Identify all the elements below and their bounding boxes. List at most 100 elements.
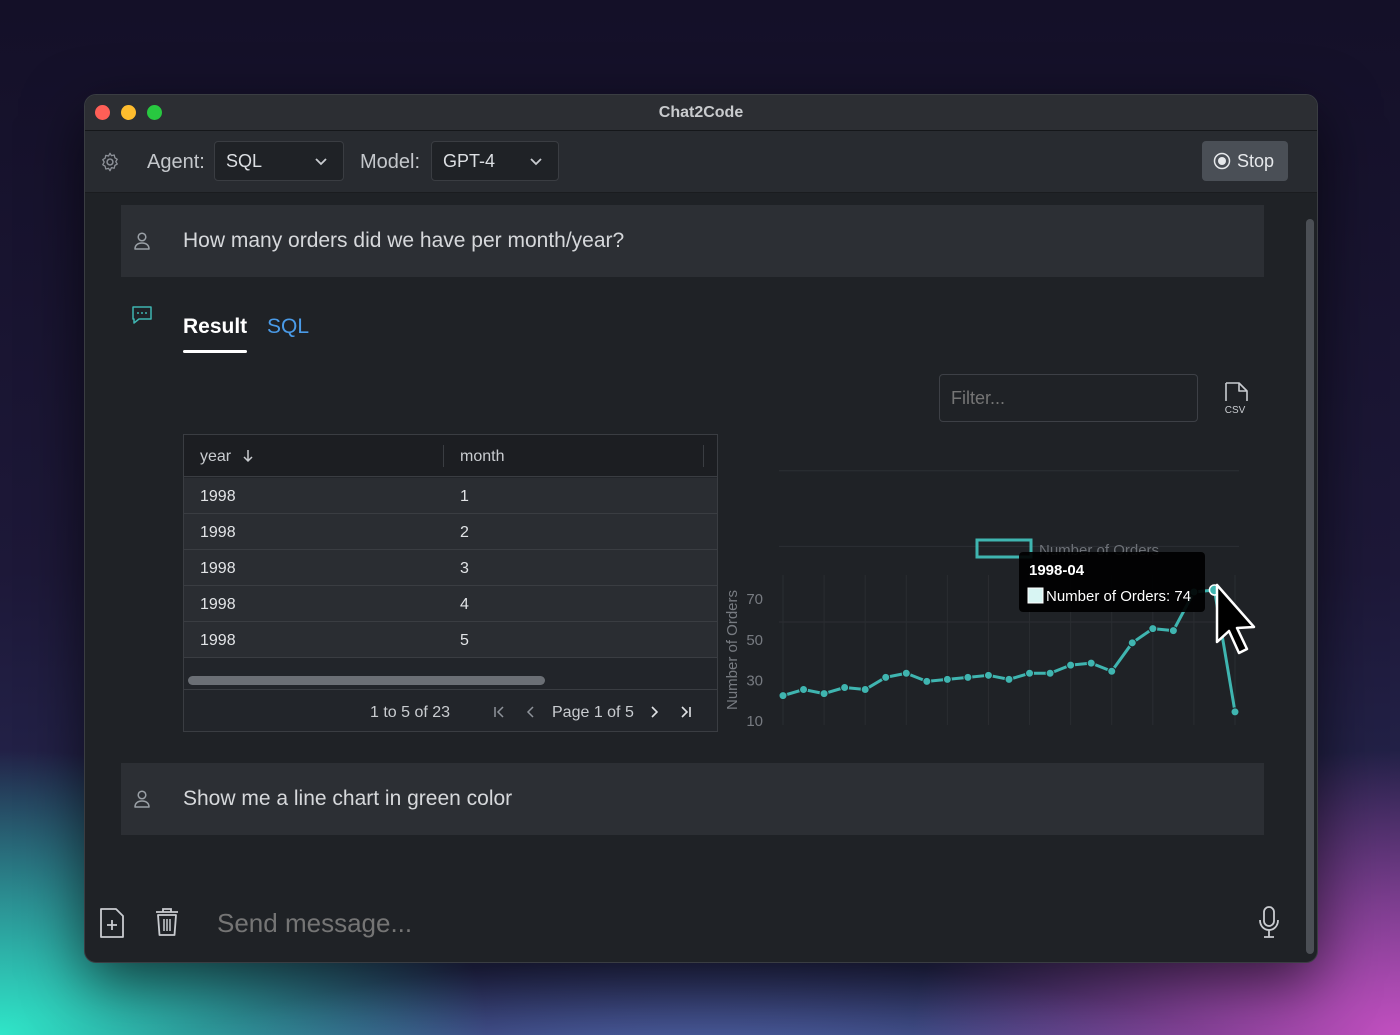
x-tick-label: 1998-03 <box>1155 732 1200 735</box>
table-header: year month <box>184 435 717 477</box>
attach-file-icon[interactable] <box>99 907 125 939</box>
data-point <box>819 689 829 699</box>
sort-descending-icon[interactable] <box>242 449 254 463</box>
cell-month: 2 <box>460 524 469 541</box>
data-point <box>983 670 993 680</box>
data-point <box>1086 658 1096 668</box>
x-tick-label: 1998-01 <box>1114 732 1159 735</box>
assistant-chat-icon <box>132 306 152 324</box>
window-title: Chat2Code <box>658 104 744 121</box>
tab-sql[interactable]: SQL <box>267 315 309 339</box>
page-indicator: Page 1 of 5 <box>552 704 634 721</box>
stop-button-label: Stop <box>1237 151 1275 171</box>
data-point <box>963 672 973 682</box>
data-point <box>901 668 911 678</box>
orders-line-chart: 10305070Number of Orders1996-071996-0919… <box>724 470 1256 735</box>
tooltip-label: Number of Orders: 74 <box>1046 588 1191 605</box>
chat-scrollbar-thumb[interactable] <box>1306 219 1314 954</box>
cell-year: 1998 <box>200 524 236 541</box>
user-message: Show me a line chart in green color <box>121 763 1264 835</box>
chevron-down-icon <box>315 158 327 166</box>
last-page-icon[interactable] <box>679 705 693 719</box>
column-header-year[interactable]: year <box>200 448 231 466</box>
cell-year: 1998 <box>200 560 236 577</box>
table-horizontal-scrollbar[interactable] <box>188 676 545 685</box>
svg-text:CSV: CSV <box>1225 405 1246 416</box>
x-tick-label: 1996-07 <box>744 732 789 735</box>
data-point <box>922 676 932 686</box>
data-point <box>840 683 850 692</box>
model-label: Model: <box>360 151 421 173</box>
y-tick-label: 50 <box>746 632 763 649</box>
data-point <box>1004 674 1014 684</box>
y-tick-label: 70 <box>746 591 763 608</box>
cell-month: 4 <box>460 596 469 613</box>
table-row[interactable]: 1998 4 <box>184 586 717 622</box>
model-select-value: GPT-4 <box>443 151 496 171</box>
data-point <box>860 685 870 695</box>
user-message-text: Show me a line chart in green color <box>183 787 513 810</box>
cell-year: 1998 <box>200 596 236 613</box>
toolbar: Agent: SQL Model: GPT-4 Stop <box>85 131 1317 193</box>
data-point <box>1148 624 1158 634</box>
agent-select[interactable]: SQL <box>214 141 344 181</box>
x-tick-label: 1997-07 <box>991 732 1036 735</box>
user-avatar-icon <box>134 790 150 808</box>
data-point <box>1066 660 1076 670</box>
next-page-icon[interactable] <box>647 705 661 719</box>
y-axis-label: Number of Orders <box>724 590 741 710</box>
agent-select-value: SQL <box>226 151 263 171</box>
cell-month: 5 <box>460 632 469 649</box>
user-message-text: How many orders did we have per month/ye… <box>183 229 625 252</box>
settings-gear-icon[interactable] <box>99 151 121 173</box>
message-input[interactable] <box>217 905 1227 941</box>
x-tick-label: 1996-09 <box>785 732 830 735</box>
data-point <box>1168 626 1178 636</box>
table-row[interactable]: 1998 1 <box>184 478 717 514</box>
data-point <box>799 685 809 695</box>
column-header-month[interactable]: month <box>460 448 504 466</box>
user-avatar-icon <box>134 232 150 250</box>
table-row[interactable]: 1998 3 <box>184 550 717 586</box>
x-tick-label: 1997-01 <box>867 732 912 735</box>
tooltip-swatch <box>1027 587 1044 604</box>
data-point <box>881 672 891 682</box>
previous-page-icon[interactable] <box>524 705 538 719</box>
trash-icon[interactable] <box>154 907 180 937</box>
app-window: Chat2Code Agent: SQL Model: GPT-4 Stop H… <box>84 94 1318 963</box>
filter-input[interactable] <box>939 374 1198 422</box>
stop-button[interactable]: Stop <box>1202 141 1288 181</box>
csv-export-icon[interactable]: CSV <box>1220 382 1250 416</box>
cell-month: 3 <box>460 560 469 577</box>
title-bar: Chat2Code <box>85 95 1317 131</box>
data-point <box>1025 668 1035 678</box>
table-row[interactable]: 1998 2 <box>184 514 717 550</box>
x-tick-label: 1998-05 <box>1196 732 1241 735</box>
microphone-icon[interactable] <box>1258 905 1280 939</box>
cell-year: 1998 <box>200 488 236 505</box>
first-page-icon[interactable] <box>492 705 506 719</box>
table-row[interactable]: 1998 5 <box>184 622 717 658</box>
user-message: How many orders did we have per month/ye… <box>121 205 1264 277</box>
x-tick-label: 1997-11 <box>1073 732 1118 735</box>
table-pagination: 1 to 5 of 23 Page 1 of 5 <box>184 689 717 731</box>
data-point <box>1127 638 1137 648</box>
x-tick-label: 1997-03 <box>908 732 953 735</box>
result-table: year month 1998 1 1998 2 1998 3 1998 4 1… <box>183 434 718 732</box>
y-tick-label: 30 <box>746 672 763 689</box>
column-divider[interactable] <box>443 445 444 467</box>
cell-month: 1 <box>460 488 469 505</box>
cell-year: 1998 <box>200 632 236 649</box>
data-point <box>778 691 788 701</box>
data-point <box>1107 666 1117 676</box>
x-tick-label: 1996-11 <box>827 732 872 735</box>
data-point <box>942 674 952 684</box>
tooltip-title: 1998-04 <box>1029 562 1085 579</box>
stop-record-icon <box>1213 152 1231 170</box>
active-tab-indicator <box>183 350 247 353</box>
row-count-summary: 1 to 5 of 23 <box>370 704 451 721</box>
model-select[interactable]: GPT-4 <box>431 141 559 181</box>
x-tick-label: 1997-05 <box>949 732 994 735</box>
column-divider[interactable] <box>703 445 704 467</box>
tab-result[interactable]: Result <box>183 315 247 339</box>
